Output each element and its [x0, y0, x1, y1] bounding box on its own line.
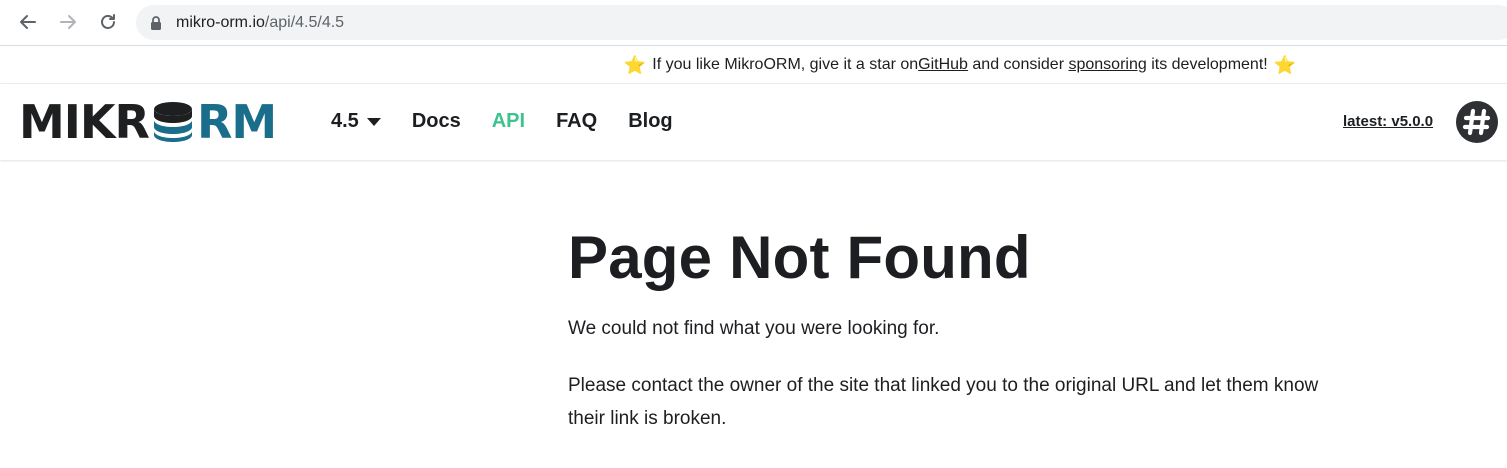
announcement-text-middle: and consider: [967, 55, 1069, 73]
nav-item-faq[interactable]: FAQ: [556, 110, 597, 133]
nav-menu: 4.5 Docs API FAQ Blog: [331, 110, 704, 133]
github-link[interactable]: GitHub: [918, 56, 968, 74]
version-dropdown[interactable]: 4.5: [331, 110, 381, 133]
mikroorm-logo[interactable]: MIKR RM: [19, 95, 289, 149]
url-path: /api/4.5/4.5: [264, 13, 345, 31]
announcement-text-before: If you like MikroORM, give it a star on: [652, 55, 919, 73]
database-icon: [153, 102, 192, 142]
star-icon: ⭐: [1273, 54, 1297, 75]
page-title: Page Not Found: [568, 224, 1031, 291]
nav-item-api[interactable]: API: [492, 110, 525, 133]
back-arrow-icon[interactable]: [14, 8, 42, 36]
not-found-message: We could not find what you were looking …: [568, 318, 940, 339]
logo-text-part2: RM: [196, 95, 277, 149]
browser-toolbar: mikro-orm.io/api/4.5/4.5: [0, 0, 1507, 46]
caret-down-icon: [366, 117, 381, 126]
reload-icon[interactable]: [94, 8, 122, 36]
url-text: mikro-orm.io/api/4.5/4.5: [176, 14, 344, 32]
version-label: 4.5: [331, 110, 359, 132]
contact-owner-message: Please contact the owner of the site tha…: [568, 375, 1319, 429]
slack-icon[interactable]: [1456, 101, 1498, 143]
announcement-bar: ⭐ If you like MikroORM, give it a star o…: [0, 46, 1507, 84]
nav-item-docs[interactable]: Docs: [412, 110, 461, 133]
address-bar[interactable]: mikro-orm.io/api/4.5/4.5: [136, 5, 1507, 40]
announcement-text-after: its development!: [1146, 55, 1268, 73]
star-icon: ⭐: [623, 54, 647, 75]
latest-version-link[interactable]: latest: v5.0.0: [1343, 113, 1433, 130]
sponsoring-link[interactable]: sponsoring: [1068, 56, 1146, 74]
logo-text-part1: MIKR: [19, 95, 150, 149]
lock-icon: [151, 15, 161, 30]
nav-item-blog[interactable]: Blog: [628, 110, 672, 133]
url-host: mikro-orm.io: [176, 13, 265, 31]
site-navbar: MIKR RM 4.5 Docs API FAQ Blog latest: v5…: [0, 84, 1507, 160]
forward-arrow-icon[interactable]: [54, 8, 82, 36]
main-content: Page Not Found We could not find what yo…: [568, 222, 1348, 435]
